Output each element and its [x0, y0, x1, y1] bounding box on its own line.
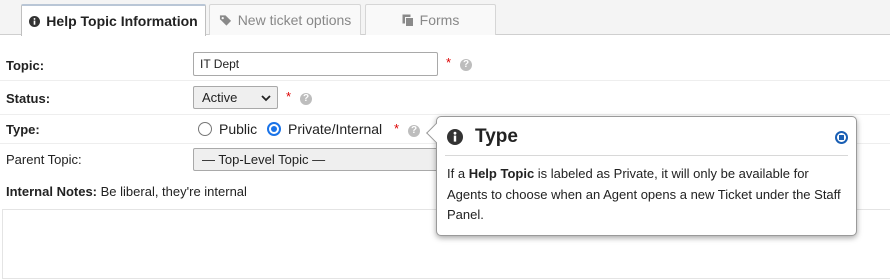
required-marker: *: [446, 55, 452, 70]
parent-topic-label: Parent Topic:: [6, 152, 82, 167]
internal-notes-hint: Be liberal, they're internal: [100, 184, 247, 199]
radio-public-label: Public: [219, 121, 258, 137]
internal-notes-text: Internal Notes: Be liberal, they're inte…: [6, 184, 247, 199]
help-icon[interactable]: ?: [408, 125, 420, 137]
tab-label: Forms: [419, 12, 460, 28]
topic-label: Topic:: [6, 58, 45, 73]
info-icon: [29, 15, 41, 27]
tab-label: Help Topic Information: [46, 13, 198, 29]
chevron-down-icon: [261, 91, 271, 106]
popover-body: If a Help Topic is labeled as Private, i…: [447, 166, 841, 222]
copy-icon: [402, 14, 414, 27]
topic-row: Topic: * ?: [0, 49, 890, 81]
popover-title: Type: [475, 126, 518, 147]
radio-public[interactable]: [198, 122, 212, 136]
tag-icon: [219, 14, 232, 26]
tab-label: New ticket options: [237, 12, 352, 28]
status-label: Status:: [6, 91, 51, 106]
popover-emphasis: Help Topic: [468, 166, 535, 181]
topic-input[interactable]: [193, 52, 438, 76]
radio-private-internal[interactable]: [267, 122, 281, 136]
radio-private-internal-label: Private/Internal: [288, 121, 383, 137]
internal-notes-label: Internal Notes:: [6, 184, 98, 199]
tab-forms[interactable]: Forms: [365, 4, 496, 35]
popover-header: Type: [445, 124, 848, 156]
help-popover: Type If a Help Topic is labeled as Priva…: [426, 116, 857, 236]
help-icon[interactable]: ?: [300, 93, 312, 105]
status-row: Status: Active * ?: [0, 81, 890, 115]
close-icon[interactable]: [835, 131, 848, 147]
required-marker: *: [394, 121, 400, 136]
help-icon[interactable]: ?: [460, 59, 472, 71]
tab-bar: Help Topic Information New ticket option…: [0, 0, 890, 36]
parent-topic-select[interactable]: — Top-Level Topic —: [193, 148, 453, 171]
tab-help-topic-information[interactable]: Help Topic Information: [21, 4, 206, 36]
required-marker: *: [286, 89, 292, 104]
tab-new-ticket-options[interactable]: New ticket options: [209, 4, 361, 35]
type-label: Type:: [6, 122, 40, 137]
info-icon: [447, 129, 463, 148]
status-select[interactable]: Active: [193, 86, 278, 109]
